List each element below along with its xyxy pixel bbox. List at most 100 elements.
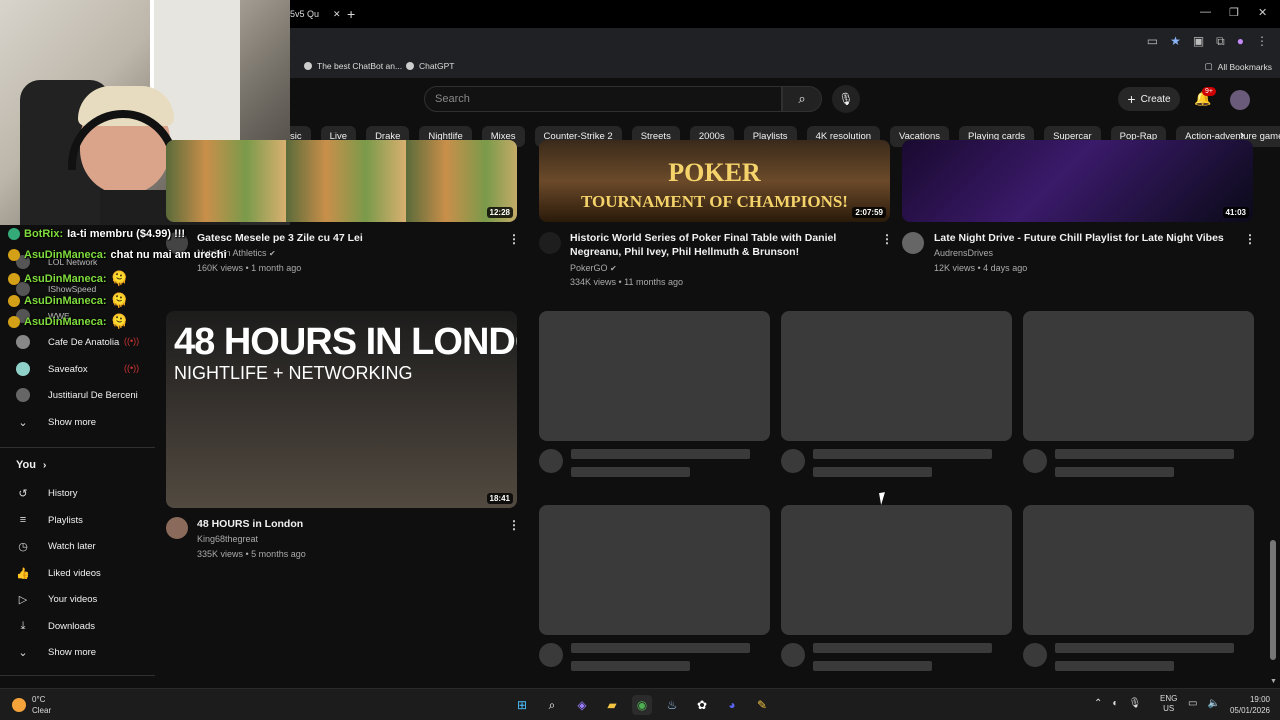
loading-avatar [781,643,805,667]
video-thumbnail-4[interactable]: 48 HOURS IN LONDON NIGHTLIFE + NETWORKIN… [166,311,517,508]
video-duration: 2:07:59 [852,207,886,218]
notes-icon[interactable]: ✎ [752,695,772,715]
video-channel[interactable]: AudrensDrives [934,248,993,258]
monitor-icon[interactable]: ▭ [1188,698,1197,709]
close-tab-icon[interactable]: ✕ [333,9,341,20]
video-channel[interactable]: PokerGO ✔ [570,263,617,273]
video-title[interactable]: 48 HOURS in London [197,517,303,531]
scroll-down-arrow-icon[interactable]: ▼ [1270,678,1277,685]
tray-app-icon[interactable]: ◐ [1112,698,1118,709]
weather-widget[interactable]: 0°C Clear [12,694,51,716]
more-options-icon[interactable]: ⋮ [881,232,893,246]
steam-icon[interactable]: ♨ [662,695,682,715]
folder-icon: ▢ [1204,61,1213,71]
sidebar-channel-saveafox[interactable]: Saveafox [16,360,88,378]
chevron-right-icon: › [43,460,47,471]
bookmark-chatgpt[interactable]: ChatGPT [406,61,454,71]
sidebar-item-history[interactable]: ↺ History [16,484,77,502]
sidebar-you-heading[interactable]: You › [16,459,46,471]
channel-avatar[interactable] [539,232,561,254]
sidebar-item-playlists[interactable]: ≡ Playlists [16,511,83,529]
chat-message: AsuDinManeca: 🫠 [8,313,128,330]
video-duration: 18:41 [486,493,513,504]
profile-icon[interactable]: ● [1237,34,1244,49]
clock[interactable]: 19:00 05/01/2026 [1222,694,1270,716]
loading-line [1055,467,1174,477]
playlists-icon: ≡ [19,514,27,526]
volume-icon[interactable]: 🔈 [1207,698,1219,709]
loading-avatar [1023,643,1047,667]
search-button[interactable]: ⌕ [782,86,822,112]
chatgpt-icon [406,62,414,70]
chat-badge-icon [8,228,20,240]
puzzle-icon[interactable]: ⧉ [1216,34,1225,49]
sidebar-channel-justitiarul[interactable]: Justitiarul De Berceni [16,386,138,404]
browser-tab[interactable]: 5v5 Qu ✕ [290,4,342,24]
sidebar-item-downloads[interactable]: ⤓ Downloads [16,617,95,635]
channel-avatar[interactable] [902,232,924,254]
video-title[interactable]: Gatesc Mesele pe 3 Zile cu 47 Lei [197,231,363,245]
close-window-icon[interactable]: ✕ [1258,6,1267,19]
chat-badge-icon [8,315,20,328]
address-bar[interactable]: ▭ ★ ▣ ⧉ ● ⋮ [290,28,1280,56]
divider [0,675,155,676]
windows-taskbar: 0°C Clear ⊞ ⌕ ◈ ▰ ◉ ♨ ✿ ◕ ✎ ⌃ ◐ 🎙 ENG US… [0,688,1280,720]
sidebar-item-your-videos[interactable]: ▷ Your videos [16,590,98,608]
menu-icon[interactable]: ⋮ [1256,34,1268,49]
chevron-up-icon[interactable]: ⌃ [1094,698,1102,709]
more-options-icon[interactable]: ⋮ [508,518,520,532]
search-icon[interactable]: ⌕ [542,695,562,715]
sidebar-show-more-subscriptions[interactable]: ⌄ Show more [16,413,96,431]
more-options-icon[interactable]: ⋮ [1244,232,1256,246]
weather-icon [12,698,26,712]
create-button[interactable]: + Create [1118,87,1180,111]
new-tab-icon[interactable]: + [347,6,355,22]
channel-avatar[interactable] [166,517,188,539]
chat-message: AsuDinManeca: 🫠 [8,270,128,287]
sidebar-show-more-you[interactable]: ⌄ Show more [16,643,96,661]
cast-icon[interactable]: ▭ [1147,34,1158,49]
video-title[interactable]: Historic World Series of Poker Final Tab… [570,231,836,259]
history-icon: ↺ [18,487,28,500]
voice-search-button[interactable]: 🎙 [832,85,860,113]
page-scrollbar[interactable] [1270,540,1276,660]
loading-line [571,661,690,671]
video-channel[interactable]: King68thegreat [197,534,258,544]
sidebar-item-watch-later[interactable]: ◷ Watch later [16,537,96,555]
channel-avatar-icon [16,335,30,349]
chevron-down-icon: ⌄ [18,416,28,429]
video-title[interactable]: Late Night Drive - Future Chill Playlist… [934,231,1224,245]
bookmark-star-icon[interactable]: ★ [1170,34,1181,49]
your-videos-icon: ▷ [18,593,28,606]
microphone-icon[interactable]: 🎙 [1128,698,1141,709]
emote-icon: 🫠 [110,292,128,308]
sidebar-item-liked-videos[interactable]: 👍 Liked videos [16,564,101,582]
discord-icon[interactable]: ◕ [722,695,742,715]
youtube-header: Search ⌕ 🎙 + Create 🔔 9+ [290,78,1280,122]
file-explorer-icon[interactable]: ▰ [602,695,622,715]
chrome-icon[interactable]: ◉ [632,695,652,715]
video-duration: 12:28 [486,207,513,218]
more-options-icon[interactable]: ⋮ [508,232,520,246]
loading-line [1055,661,1174,671]
video-thumbnail-3[interactable]: 41:03 [902,140,1253,222]
bookmark-chatbot[interactable]: The best ChatBot an... [304,61,402,71]
restore-icon[interactable]: ❐ [1229,6,1239,19]
sidebar-channel-cafe-de-anatolia[interactable]: Cafe De Anatolia [16,333,119,351]
video-meta: 334K views • 11 months ago [570,277,684,287]
chat-message: AsuDinManeca: 🫠 [8,292,128,309]
video-thumbnail-2[interactable]: POKER TOURNAMENT OF CHAMPIONS! 2:07:59 [539,140,890,222]
language-indicator[interactable]: ENG US [1160,694,1177,714]
account-avatar[interactable] [1230,90,1250,110]
video-thumbnail-1[interactable]: 12:28 [166,140,517,222]
app-icon[interactable]: ✿ [692,695,712,715]
extension-icon[interactable]: ▣ [1193,34,1204,49]
windows-start-icon[interactable]: ⊞ [512,695,532,715]
copilot-icon[interactable]: ◈ [572,695,592,715]
all-bookmarks[interactable]: ▢ All Bookmarks [1205,61,1272,72]
minimize-icon[interactable]: — [1200,6,1211,18]
mouse-cursor [879,491,893,505]
loading-thumbnail [781,311,1012,441]
search-input[interactable]: Search [424,86,782,112]
notification-badge: 9+ [1202,87,1216,96]
